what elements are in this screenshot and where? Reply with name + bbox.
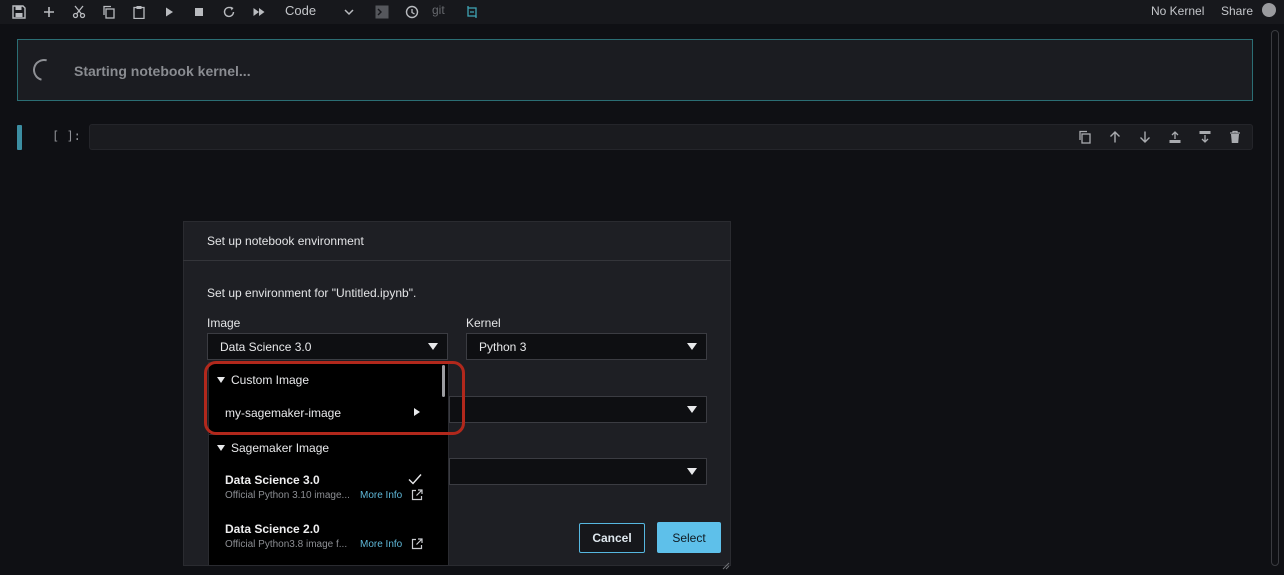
- delete-cell-icon[interactable]: [1226, 128, 1244, 146]
- select-button[interactable]: Select: [657, 522, 721, 553]
- external-link-icon[interactable]: [411, 488, 423, 501]
- move-down-icon[interactable]: [1136, 128, 1154, 146]
- resize-handle-icon[interactable]: [722, 557, 730, 570]
- image-select[interactable]: Data Science 3.0: [207, 333, 448, 360]
- external-link-icon[interactable]: [411, 537, 423, 550]
- paste-icon[interactable]: [129, 2, 149, 22]
- kernel-select-value: Python 3: [479, 340, 527, 354]
- duplicate-cell-icon[interactable]: [1076, 128, 1094, 146]
- save-icon[interactable]: [9, 2, 29, 22]
- copy-icon[interactable]: [99, 2, 119, 22]
- dropdown-item-description: Official Python 3.10 image...: [225, 490, 350, 501]
- add-cell-icon[interactable]: [39, 2, 59, 22]
- git-label[interactable]: git: [432, 2, 445, 18]
- kernel-status-indicator: [1262, 3, 1276, 17]
- stop-icon[interactable]: [189, 2, 209, 22]
- caret-down-icon: [687, 406, 697, 413]
- highlight-annotation: [204, 361, 465, 435]
- caret-down-icon: [687, 343, 697, 350]
- terminal-icon[interactable]: [372, 2, 392, 22]
- cut-icon[interactable]: [69, 2, 89, 22]
- kernel-select[interactable]: Python 3: [466, 333, 707, 360]
- clock-icon[interactable]: [402, 2, 422, 22]
- instance-type-select[interactable]: [449, 396, 707, 423]
- more-info-link[interactable]: More Info: [360, 539, 402, 550]
- sagemaker-image-group-header[interactable]: Sagemaker Image: [217, 441, 329, 455]
- insert-below-icon[interactable]: [1196, 128, 1214, 146]
- more-info-link[interactable]: More Info: [360, 490, 402, 501]
- run-icon[interactable]: [159, 2, 179, 22]
- image-label: Image: [207, 316, 241, 330]
- check-icon: [408, 472, 422, 485]
- dialog-title: Set up notebook environment: [207, 234, 364, 248]
- caret-down-icon: [687, 468, 697, 475]
- restart-icon[interactable]: [219, 2, 239, 22]
- notebook-scrollbar[interactable]: [1271, 30, 1279, 566]
- kernel-label: Kernel: [466, 316, 501, 330]
- move-up-icon[interactable]: [1106, 128, 1124, 146]
- cancel-button[interactable]: Cancel: [579, 523, 645, 553]
- cell-prompt: [ ]:: [52, 129, 81, 143]
- image-select-value: Data Science 3.0: [220, 340, 312, 354]
- kernel-status[interactable]: No Kernel: [1151, 3, 1204, 19]
- share-button[interactable]: Share: [1221, 3, 1253, 19]
- dialog-description: Set up environment for "Untitled.ipynb".: [207, 286, 417, 300]
- fast-forward-icon[interactable]: [249, 2, 269, 22]
- dropdown-item-title[interactable]: Data Science 3.0: [225, 473, 320, 487]
- triangle-down-icon: [217, 445, 225, 451]
- startup-script-select[interactable]: [449, 458, 707, 485]
- caret-down-icon: [428, 343, 438, 350]
- cell-type-select[interactable]: Code: [285, 2, 316, 20]
- dropdown-item-description: Official Python3.8 image f...: [225, 539, 348, 550]
- banner-message: Starting notebook kernel...: [74, 63, 251, 79]
- insert-above-icon[interactable]: [1166, 128, 1184, 146]
- group-label: Sagemaker Image: [231, 441, 330, 455]
- chevron-down-icon[interactable]: [344, 2, 358, 22]
- active-cell-marker: [17, 125, 22, 150]
- dropdown-item-title[interactable]: Data Science 2.0: [225, 522, 320, 536]
- sync-icon[interactable]: [462, 2, 482, 22]
